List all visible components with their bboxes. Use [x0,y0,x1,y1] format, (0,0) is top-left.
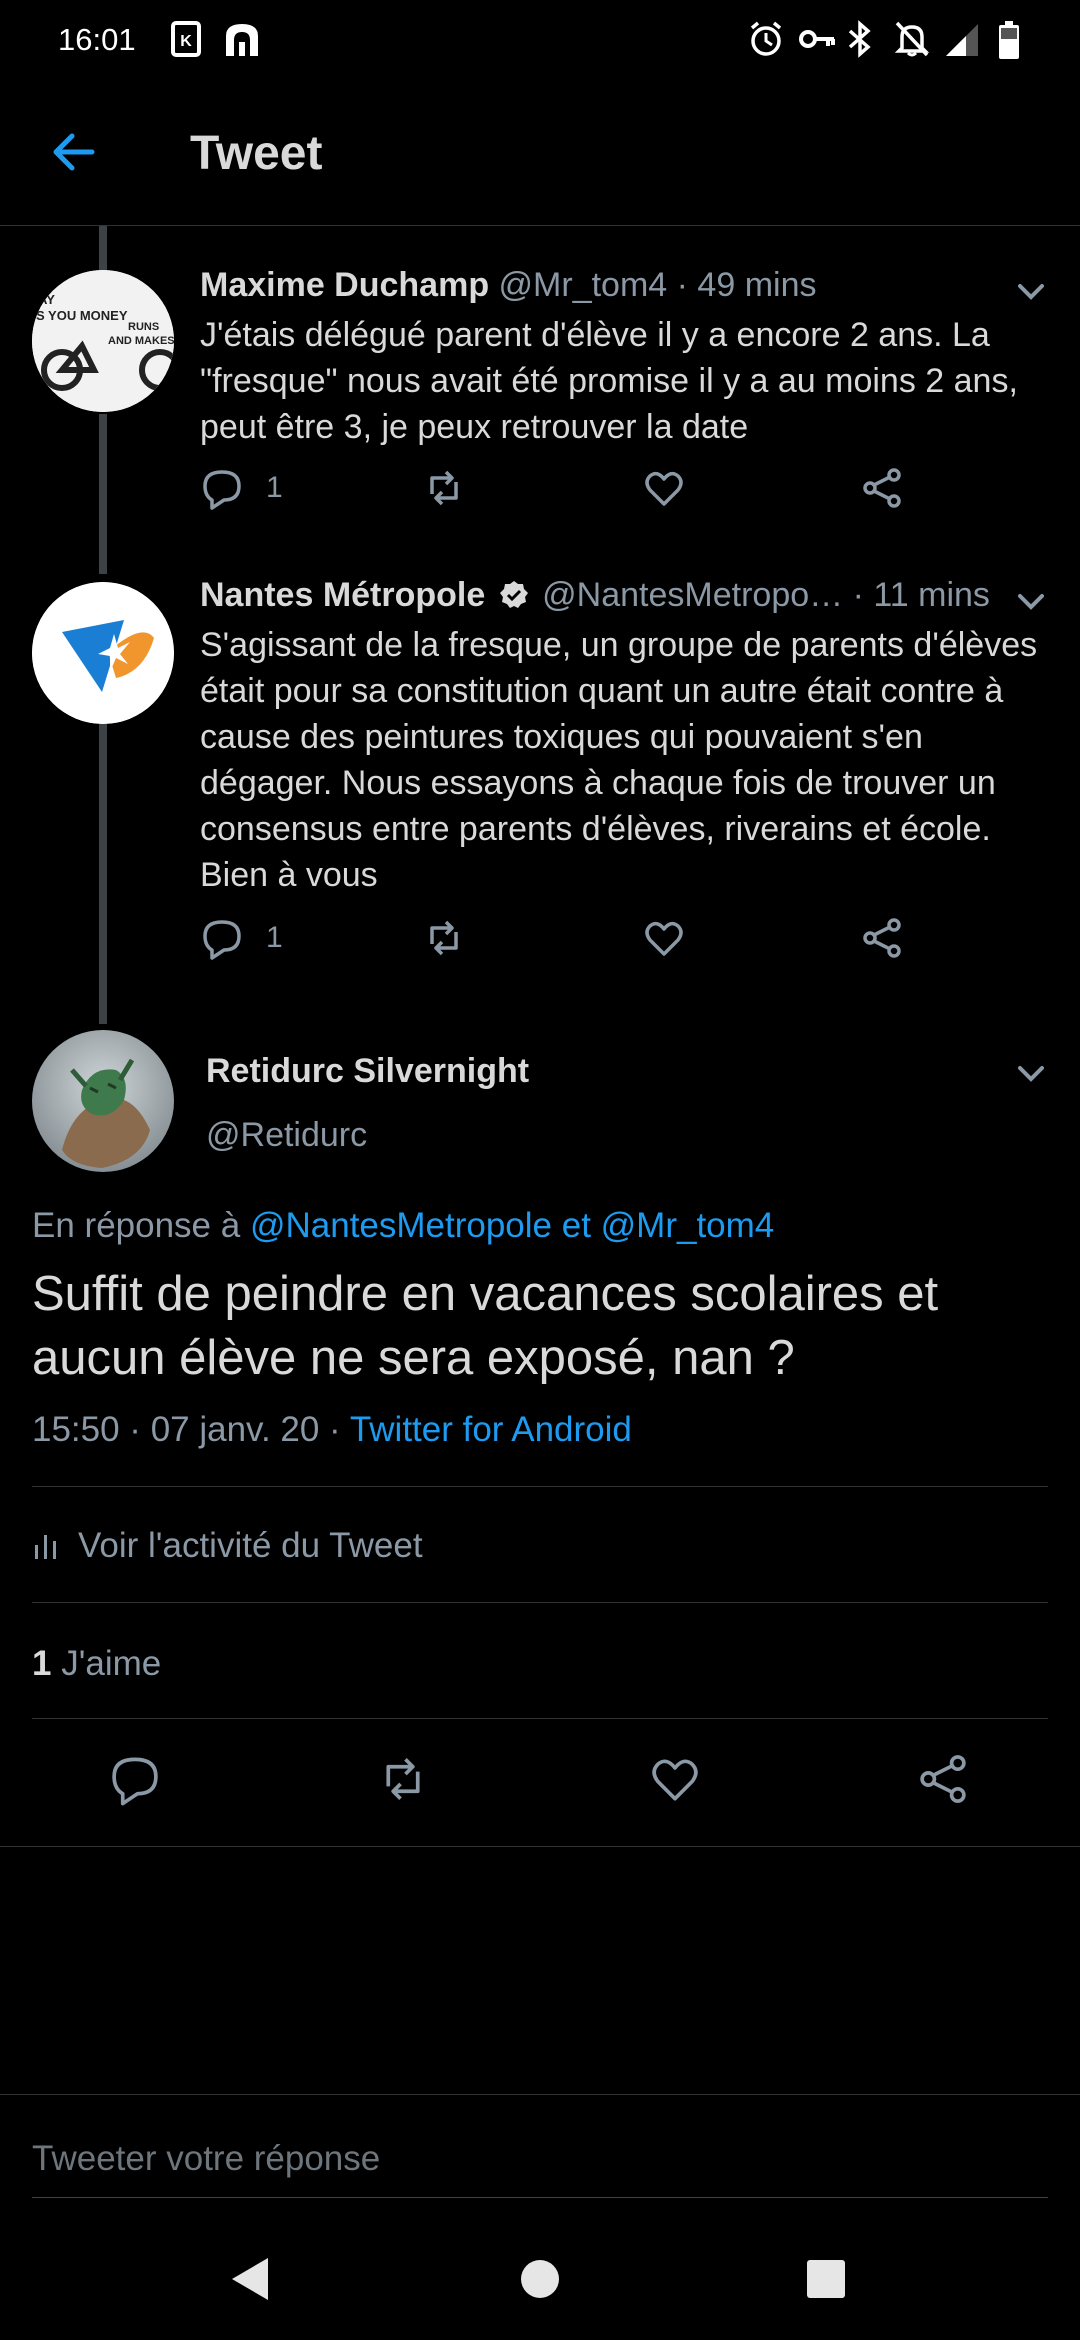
reply-button[interactable] [108,1752,162,1811]
retweet-button[interactable] [376,1752,430,1811]
battery-icon [999,21,1019,59]
arrow-left-icon[interactable] [48,126,100,178]
status-time: 16:01 [58,22,136,57]
share-button[interactable] [916,1752,970,1811]
gateway-icon [226,24,258,56]
tweet-activity-link[interactable]: Voir l'activité du Tweet [32,1526,423,1566]
client-link[interactable]: Twitter for Android [350,1410,632,1449]
tweet-time: · 11 mins [852,576,990,614]
svg-text:AY: AY [38,292,55,307]
main-author-handle[interactable]: @Retidurc [206,1116,367,1155]
thread-connector [99,226,107,270]
main-author-name[interactable]: Retidurc Silvernight [206,1052,529,1091]
like-button[interactable] [642,466,686,510]
vpn-key-icon [799,30,835,48]
page-title: Tweet [190,127,323,180]
tweet-timestamp-line: 15:50 · 07 janv. 20 · Twitter for Androi… [32,1410,632,1450]
like-button[interactable] [642,916,686,960]
reply-prefix: En réponse à [32,1206,241,1245]
avatar[interactable]: AY S YOU MONEY RUNS AND MAKES [32,270,174,412]
reply-context: En réponse à @NantesMetropole et @Mr_tom… [32,1206,774,1246]
tweet-actions: 1 [200,916,920,976]
input-underline [32,2197,1048,2198]
reply-button[interactable]: 1 [200,466,283,510]
share-icon [863,918,901,958]
main-tweet-text: Suffit de peindre en vacances scolaires … [32,1267,939,1385]
share-button[interactable] [860,466,904,510]
likes-label: J'aime [61,1644,162,1683]
likes-summary[interactable]: 1 J'aime [32,1644,161,1684]
status-bar: 16:01 K [0,0,1080,80]
tweet-actions: 1 [200,466,920,526]
divider [32,1718,1048,1719]
bar-chart-icon [35,1535,56,1559]
chevron-down-icon[interactable] [1012,1054,1050,1092]
svg-text:S YOU MONEY: S YOU MONEY [36,308,128,323]
retweet-button[interactable] [422,466,466,510]
reply-count: 1 [266,921,283,954]
tweet-time: · 49 mins [676,266,817,304]
signal-icon [946,24,978,56]
reply-input[interactable]: Tweeter votre réponse [32,2139,380,2179]
retweet-icon [386,1758,420,1800]
thread-connector [99,414,107,574]
avatar[interactable] [32,1030,174,1172]
verified-badge-icon [499,581,528,608]
back-nav-icon[interactable] [228,2254,272,2304]
author-handle: @Mr_tom4 [498,266,668,304]
chevron-down-icon[interactable] [1012,582,1050,620]
chevron-down-icon[interactable] [1012,272,1050,310]
share-icon [863,468,901,508]
author-name[interactable]: Nantes Métropole [200,576,485,614]
reply-icon [203,920,241,960]
divider [32,1602,1048,1603]
keyboard-icon: K [171,21,201,57]
svg-text:AND MAKES: AND MAKES [108,335,174,347]
heart-icon [645,471,683,506]
retweet-button[interactable] [422,916,466,960]
reply-targets-link[interactable]: @NantesMetropole et @Mr_tom4 [250,1206,774,1245]
home-nav-icon[interactable] [518,2254,562,2304]
share-button[interactable] [860,916,904,960]
tweet-header: Maxime Duchamp @Mr_tom4 · 49 mins [200,266,1020,305]
heart-icon [645,921,683,956]
tweet-text: S'agissant de la fresque, un groupe de p… [200,626,1038,894]
heart-icon [652,1759,698,1801]
reply-composer[interactable]: Tweeter votre réponse [0,2094,1080,2198]
bell-off-icon [894,21,930,57]
bluetooth-icon [848,20,871,58]
reply-count: 1 [266,471,283,504]
activity-label: Voir l'activité du Tweet [78,1526,423,1565]
likes-count: 1 [32,1644,52,1683]
recents-nav-icon[interactable] [804,2254,848,2304]
divider [0,1846,1080,1847]
tweet-timestamp: 15:50 · 07 janv. 20 · [32,1410,341,1449]
system-nav-bar [0,2220,1080,2340]
retweet-icon [430,920,458,956]
author-handle: @NantesMetropo… [542,576,844,614]
reply-icon [203,470,241,510]
thread-connector [99,724,107,1024]
author-name[interactable]: Maxime Duchamp [200,266,489,304]
tweet-header: Nantes Métropole @NantesMetropo… · 11 mi… [200,576,1020,615]
avatar[interactable] [32,582,174,724]
top-app-bar: Tweet [0,80,1080,226]
svg-text:RUNS: RUNS [128,321,159,333]
tweet-text: J'étais délégué parent d'élève il y a en… [200,316,1018,446]
alarm-icon [750,21,782,56]
share-icon [920,1755,966,1803]
like-button[interactable] [648,1752,702,1811]
svg-text:K: K [180,33,192,50]
retweet-icon [430,470,458,506]
reply-icon [112,1757,158,1806]
main-tweet-actions [0,1752,1080,1816]
reply-button[interactable]: 1 [200,916,283,960]
divider [32,1486,1048,1487]
